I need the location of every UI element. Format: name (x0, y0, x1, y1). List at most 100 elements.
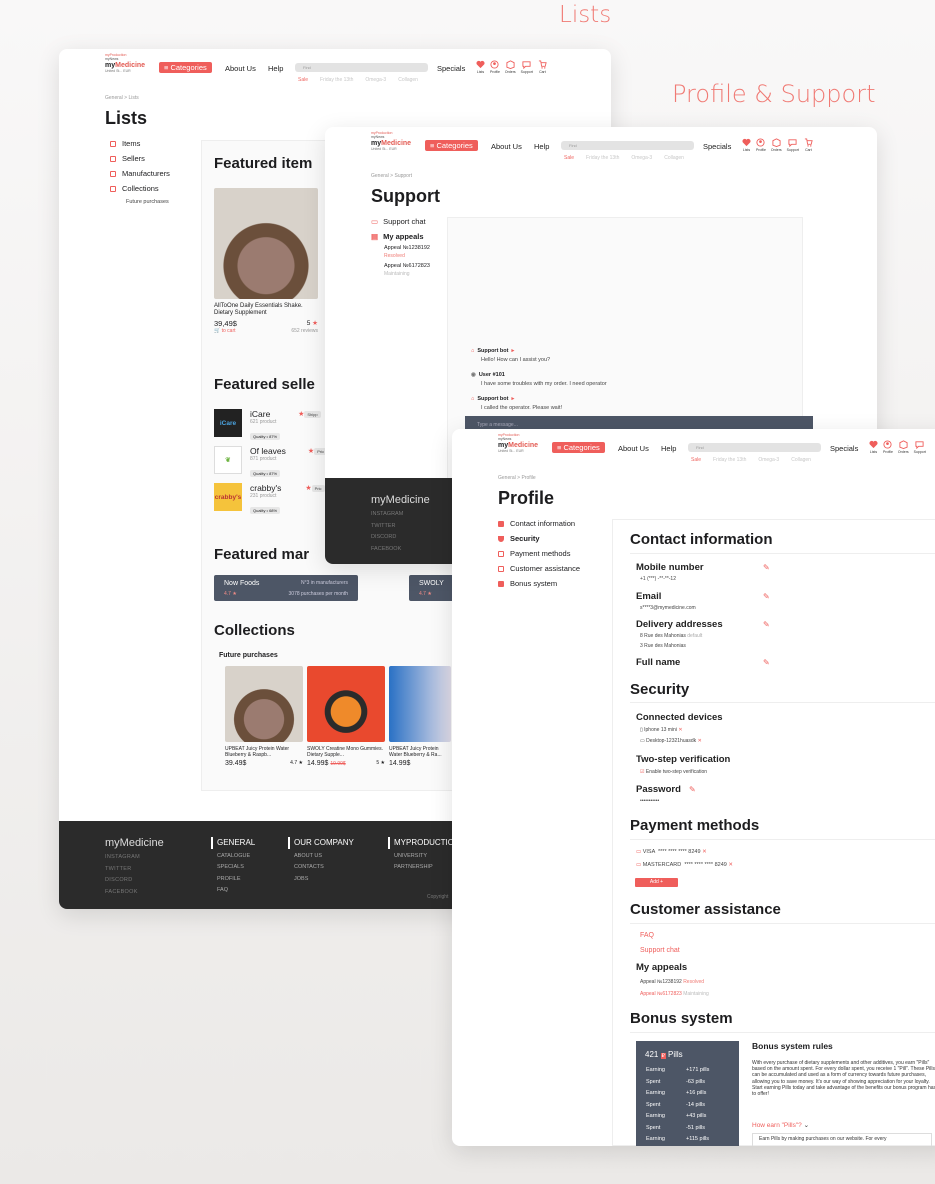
subnav-friday[interactable]: Friday the 13th (320, 77, 353, 83)
sidebar-item-payment[interactable]: Payment methods (498, 549, 580, 558)
my-appeals-link[interactable]: ▤ My appeals (371, 232, 430, 241)
footer-brand[interactable]: myMedicine (371, 494, 430, 506)
social-discord[interactable]: DISCORD (371, 532, 403, 544)
product-image[interactable] (214, 188, 318, 299)
social-facebook[interactable]: FACEBOOK (371, 544, 403, 556)
lists-nav[interactable]: Lists (869, 440, 878, 454)
breadcrumb[interactable]: General > Lists (105, 95, 139, 101)
support-chat-link[interactable]: ▭ Support chat (371, 217, 430, 226)
about-link[interactable]: About Us (491, 142, 522, 151)
product-name[interactable]: UPBEAT Juicy Protein Water Blueberry & R… (225, 746, 303, 758)
edit-mobile-icon[interactable]: ✎ (763, 563, 770, 572)
footer-link[interactable]: PROFILE (211, 874, 255, 886)
seller-row[interactable]: crabby's crabby's 231 product Quality • 68… (214, 483, 325, 517)
about-link[interactable]: About Us (225, 64, 256, 73)
product-name[interactable]: UPBEAT Juicy Protein Water Blueberry & R… (389, 746, 451, 758)
cart-nav[interactable]: Cart (804, 138, 813, 152)
add-card-button[interactable]: Add + (635, 878, 678, 887)
twostep-toggle[interactable]: ☑ Enable two-step verification (640, 769, 707, 775)
sidebar-item-security[interactable]: Security (498, 534, 580, 543)
about-link[interactable]: About Us (618, 444, 649, 453)
footer-link[interactable]: CATALOGUE (211, 851, 255, 863)
orders-nav[interactable]: Orders (505, 60, 516, 74)
subnav-collagen[interactable]: Collagen (398, 77, 418, 83)
appeal-item[interactable]: Appeal №6172823 Maintaining (384, 263, 430, 277)
product-card[interactable]: SWOLY Creatine Mono Gummies. Dietary Sup… (307, 666, 385, 767)
search-input[interactable]: Find (561, 141, 694, 150)
social-facebook[interactable]: FACEBOOK (105, 887, 140, 899)
search-input[interactable]: Find (688, 443, 821, 452)
product-card[interactable]: UPBEAT Juicy Protein Water Blueberry & R… (389, 666, 451, 767)
specials-link[interactable]: Specials (703, 142, 731, 151)
sidebar-item-manufacturers[interactable]: Manufacturers (110, 169, 170, 178)
sidebar-item-bonus[interactable]: Bonus system (498, 579, 580, 588)
product-image[interactable] (225, 666, 303, 742)
sidebar-item-sellers[interactable]: Sellers (110, 154, 170, 163)
reviews-count[interactable]: 652 reviews (291, 328, 318, 334)
subnav-collagen[interactable]: Collagen (664, 155, 684, 161)
profile-nav[interactable]: Profile (883, 440, 893, 454)
subnav-sale[interactable]: Sale (691, 457, 701, 463)
subnav-friday[interactable]: Friday the 13th (713, 457, 746, 463)
specials-link[interactable]: Specials (830, 444, 858, 453)
collection-name[interactable]: Future purchases (219, 652, 278, 659)
edit-email-icon[interactable]: ✎ (763, 592, 770, 601)
edit-password-icon[interactable]: ✎ (689, 785, 696, 794)
footer-link[interactable]: CONTACTS (288, 862, 354, 874)
orders-nav[interactable]: Orders (898, 440, 909, 454)
social-instagram[interactable]: INSTAGRAM (105, 852, 140, 864)
manufacturer-card[interactable]: Now Foods 4.7 ★ N°3 in manufacturers 307… (214, 575, 358, 601)
seller-row[interactable]: iCare iCare 621 product Quality • 87% ★ Shi… (214, 409, 321, 443)
sidebar-item-items[interactable]: Items (110, 139, 170, 148)
sidebar-item-collections[interactable]: Collections (110, 184, 170, 193)
remove-icon[interactable]: ✕ (702, 849, 707, 855)
product-name[interactable]: SWOLY Creatine Mono Gummies. Dietary Sup… (307, 746, 385, 758)
help-link[interactable]: Help (534, 142, 549, 151)
faq-link[interactable]: FAQ (640, 932, 654, 939)
categories-button[interactable]: ≡ Categories (552, 442, 605, 453)
product-name[interactable]: AllToOne Daily Essentials Shake. Dietary… (214, 303, 318, 317)
footer-link[interactable]: SPECIALS (211, 862, 255, 874)
breadcrumb[interactable]: General > Profile (498, 475, 536, 481)
card-row[interactable]: ▭ VISA **** **** **** 8249 ✕ (636, 849, 707, 855)
footer-brand[interactable]: myMedicine (105, 837, 164, 849)
card-row[interactable]: ▭ MASTERCARD **** **** **** 8249 ✕ (636, 862, 733, 868)
location-selector[interactable]: United St... EUR (498, 449, 538, 454)
footer-link[interactable]: PARTNERSHIP (388, 862, 454, 874)
product-card[interactable]: UPBEAT Juicy Protein Water Blueberry & R… (225, 666, 303, 767)
subnav-omega[interactable]: Omega-3 (631, 155, 652, 161)
appeal-item[interactable]: Appeal №1238192 Resolved (384, 245, 430, 259)
location-selector[interactable]: United St... EUR (371, 147, 411, 152)
search-input[interactable]: Find (295, 63, 428, 72)
orders-nav[interactable]: Orders (771, 138, 782, 152)
footer-link[interactable]: FAQ (211, 885, 255, 897)
location-selector[interactable]: United St... EUR (105, 69, 145, 74)
sidebar-item-assistance[interactable]: Customer assistance (498, 564, 580, 573)
subnav-friday[interactable]: Friday the 13th (586, 155, 619, 161)
appeal-item[interactable]: Appeal №1238192 Resolved (640, 979, 704, 985)
appeal-item[interactable]: Appeal №6172823 Maintaining (640, 991, 709, 997)
product-image[interactable] (389, 666, 451, 742)
support-nav[interactable]: Support (787, 138, 799, 152)
help-link[interactable]: Help (268, 64, 283, 73)
seller-row[interactable]: ❦ Of leaves 871 product Quality • 87% ★ Pri… (214, 446, 328, 480)
sidebar-sub-future[interactable]: Future purchases (126, 199, 170, 205)
logo[interactable]: myProduction myNews myMedicine United St… (498, 433, 538, 454)
remove-icon[interactable]: ✕ (698, 738, 702, 744)
support-nav[interactable]: Support (521, 60, 533, 74)
subnav-omega[interactable]: Omega-3 (365, 77, 386, 83)
subnav-collagen[interactable]: Collagen (791, 457, 811, 463)
sidebar-item-contact[interactable]: Contact information (498, 519, 580, 528)
social-instagram[interactable]: INSTAGRAM (371, 509, 403, 521)
to-cart-button[interactable]: 🛒 to cart (214, 328, 236, 334)
footer-link[interactable]: JOBS (288, 874, 354, 886)
message-input[interactable]: Type a message... (465, 416, 813, 430)
subnav-sale[interactable]: Sale (298, 77, 308, 83)
support-nav[interactable]: Support (914, 440, 926, 454)
footer-link[interactable]: ABOUT US (288, 851, 354, 863)
footer-link[interactable]: UNIVERSITY (388, 851, 454, 863)
logo[interactable]: myProduction myNews myMedicine United St… (105, 53, 145, 74)
profile-nav[interactable]: Profile (756, 138, 766, 152)
specials-link[interactable]: Specials (437, 64, 465, 73)
cart-nav[interactable]: Cart (538, 60, 547, 74)
